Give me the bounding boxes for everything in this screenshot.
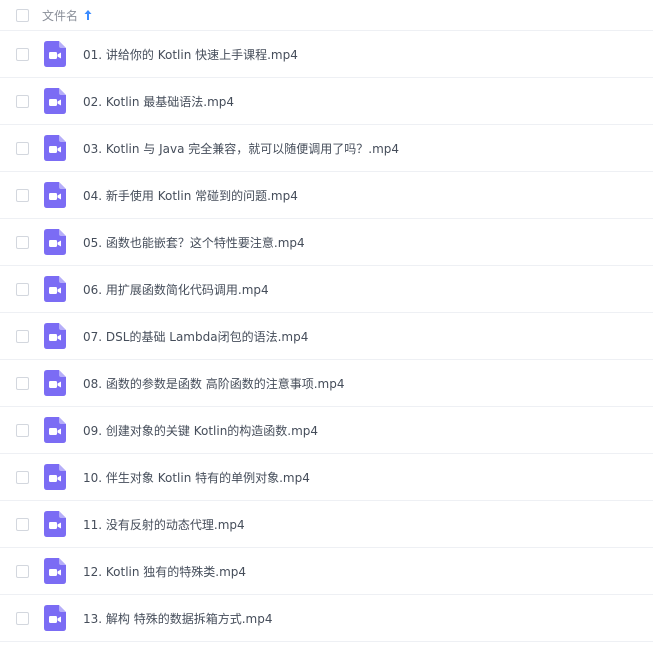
- file-row[interactable]: 10. 伴生对象 Kotlin 特有的单例对象.mp4: [0, 454, 653, 501]
- file-checkbox[interactable]: [16, 564, 29, 578]
- video-file-icon: [44, 323, 66, 349]
- file-checkbox[interactable]: [16, 141, 29, 155]
- file-name[interactable]: 08. 函数的参数是函数 高阶函数的注意事项.mp4: [83, 375, 344, 392]
- file-row[interactable]: 04. 新手使用 Kotlin 常碰到的问题.mp4: [0, 172, 653, 219]
- file-row[interactable]: 05. 函数也能嵌套？这个特性要注意.mp4: [0, 219, 653, 266]
- file-checkbox[interactable]: [16, 611, 29, 625]
- file-name[interactable]: 04. 新手使用 Kotlin 常碰到的问题.mp4: [83, 187, 298, 204]
- file-checkbox[interactable]: [16, 282, 29, 296]
- file-row[interactable]: 08. 函数的参数是函数 高阶函数的注意事项.mp4: [0, 360, 653, 407]
- video-file-icon: [44, 511, 66, 537]
- file-name[interactable]: 10. 伴生对象 Kotlin 特有的单例对象.mp4: [83, 469, 310, 486]
- file-checkbox[interactable]: [16, 188, 29, 202]
- video-file-icon: [44, 41, 66, 67]
- file-name[interactable]: 07. DSL的基础 Lambda闭包的语法.mp4: [83, 328, 308, 345]
- file-checkbox[interactable]: [16, 235, 29, 249]
- video-file-icon: [44, 135, 66, 161]
- select-all-checkbox[interactable]: [16, 8, 29, 22]
- file-row[interactable]: 01. 讲给你的 Kotlin 快速上手课程.mp4: [0, 31, 653, 78]
- file-name[interactable]: 12. Kotlin 独有的特殊类.mp4: [83, 563, 246, 580]
- video-file-icon: [44, 88, 66, 114]
- file-checkbox[interactable]: [16, 94, 29, 108]
- file-row[interactable]: 07. DSL的基础 Lambda闭包的语法.mp4: [0, 313, 653, 360]
- file-checkbox[interactable]: [16, 470, 29, 484]
- file-checkbox[interactable]: [16, 423, 29, 437]
- file-checkbox[interactable]: [16, 376, 29, 390]
- file-list: 文件名 01. 讲给你的 Kotlin 快速上手课程.mp4 02. Kotlin…: [0, 0, 653, 652]
- file-name[interactable]: 11. 没有反射的动态代理.mp4: [83, 516, 245, 533]
- file-name[interactable]: 03. Kotlin 与 Java 完全兼容，就可以随便调用了吗？.mp4: [83, 140, 399, 157]
- video-file-icon: [44, 464, 66, 490]
- file-checkbox[interactable]: [16, 329, 29, 343]
- list-header: 文件名: [0, 0, 653, 31]
- video-file-icon: [44, 370, 66, 396]
- file-row[interactable]: 02. Kotlin 最基础语法.mp4: [0, 78, 653, 125]
- video-file-icon: [44, 558, 66, 584]
- file-name[interactable]: 05. 函数也能嵌套？这个特性要注意.mp4: [83, 234, 305, 251]
- file-row[interactable]: 03. Kotlin 与 Java 完全兼容，就可以随便调用了吗？.mp4: [0, 125, 653, 172]
- file-checkbox[interactable]: [16, 517, 29, 531]
- file-checkbox[interactable]: [16, 47, 29, 61]
- file-row[interactable]: 06. 用扩展函数简化代码调用.mp4: [0, 266, 653, 313]
- file-name[interactable]: 06. 用扩展函数简化代码调用.mp4: [83, 281, 269, 298]
- file-row[interactable]: 13. 解构 特殊的数据拆箱方式.mp4: [0, 595, 653, 642]
- video-file-icon: [44, 417, 66, 443]
- file-name[interactable]: 09. 创建对象的关键 Kotlin的构造函数.mp4: [83, 422, 318, 439]
- arrow-up-icon[interactable]: [83, 9, 93, 21]
- file-row[interactable]: 11. 没有反射的动态代理.mp4: [0, 501, 653, 548]
- file-name[interactable]: 13. 解构 特殊的数据拆箱方式.mp4: [83, 610, 272, 627]
- file-name[interactable]: 01. 讲给你的 Kotlin 快速上手课程.mp4: [83, 46, 298, 63]
- video-file-icon: [44, 276, 66, 302]
- file-name[interactable]: 02. Kotlin 最基础语法.mp4: [83, 93, 234, 110]
- video-file-icon: [44, 229, 66, 255]
- filename-column-header[interactable]: 文件名: [42, 7, 78, 24]
- file-row[interactable]: 12. Kotlin 独有的特殊类.mp4: [0, 548, 653, 595]
- file-rows: 01. 讲给你的 Kotlin 快速上手课程.mp4 02. Kotlin 最基础…: [0, 31, 653, 642]
- file-row[interactable]: 09. 创建对象的关键 Kotlin的构造函数.mp4: [0, 407, 653, 454]
- video-file-icon: [44, 605, 66, 631]
- video-file-icon: [44, 182, 66, 208]
